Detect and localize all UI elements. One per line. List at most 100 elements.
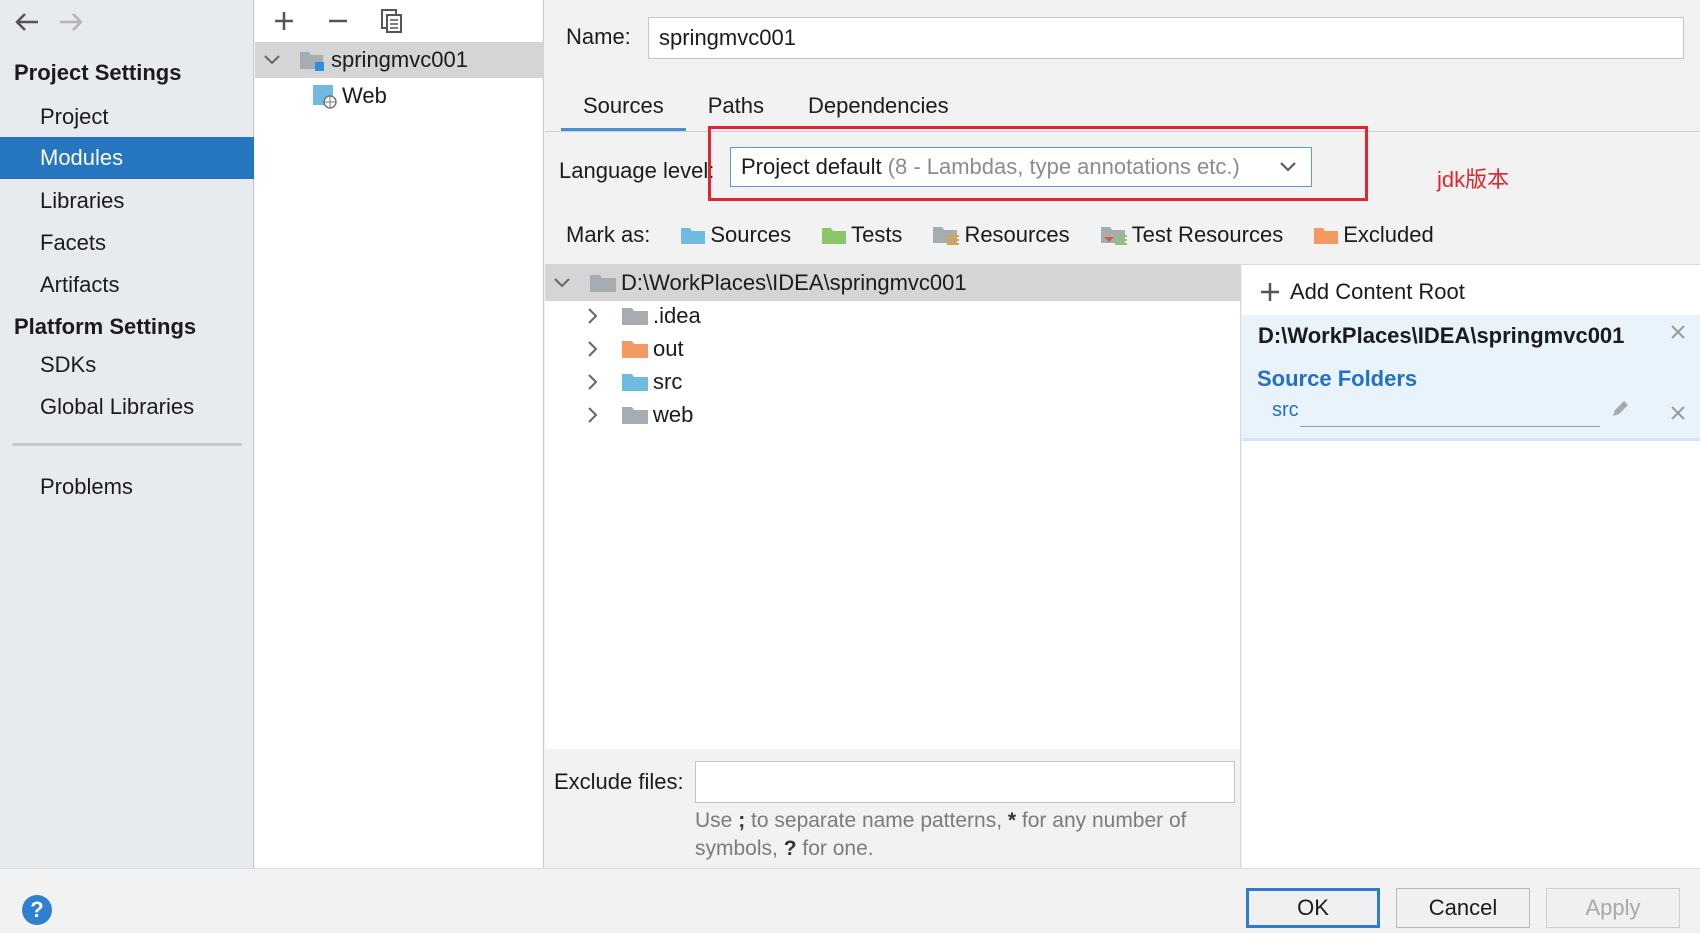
sidebar-item-global-libraries[interactable]: Global Libraries [0, 386, 254, 428]
mark-as-tests-label: Tests [851, 222, 903, 247]
excluded-folder-icon [1313, 225, 1339, 245]
mark-as-sources-button[interactable]: Sources [680, 222, 791, 248]
tree-row-out[interactable]: out [545, 331, 1241, 367]
module-tree-item-springmvc001[interactable]: springmvc001 [255, 42, 544, 78]
mark-as-resources-button[interactable]: Resources [932, 222, 1070, 248]
tree-row-web[interactable]: web [545, 397, 1241, 433]
arrow-right-icon[interactable] [58, 7, 84, 41]
language-level-label: Language level: [559, 158, 715, 183]
folder-label: web [653, 402, 694, 427]
hint-symbol: ; [738, 809, 746, 832]
test-folder-icon [821, 225, 847, 245]
module-tabs: Sources Paths Dependencies [561, 84, 971, 132]
folder-icon [621, 305, 649, 327]
chevron-right-icon[interactable] [587, 406, 599, 424]
content-roots-panel: Add Content Root D:\WorkPlaces\IDEA\spri… [1242, 264, 1700, 868]
tab-paths[interactable]: Paths [686, 84, 786, 132]
source-folder-entry: src [1272, 399, 1299, 421]
help-icon[interactable]: ? [22, 895, 52, 925]
exclude-files-label: Exclude files: [554, 769, 684, 794]
module-tree-item-web[interactable]: Web [255, 78, 544, 114]
excluded-folder-icon [621, 338, 649, 360]
exclude-files-section: Exclude files: Use ; to separate name pa… [545, 749, 1241, 868]
tree-row-src[interactable]: src [545, 364, 1241, 400]
copy-icon[interactable] [378, 7, 406, 35]
web-facet-icon [312, 83, 338, 109]
language-level-value: Project default [741, 154, 882, 179]
module-name-input[interactable] [648, 17, 1684, 59]
folder-label: .idea [653, 303, 701, 328]
exclude-files-hint: Use ; to separate name patterns, * for a… [695, 807, 1195, 863]
nav-arrows [14, 6, 84, 42]
mark-as-bar: Mark as: Sources Tests Resources Test Re… [566, 222, 1434, 248]
tab-dependencies[interactable]: Dependencies [786, 84, 971, 132]
remove-icon[interactable] [324, 7, 352, 35]
plus-icon [1260, 282, 1280, 302]
hint-text: for one. [802, 837, 874, 860]
add-icon[interactable] [270, 7, 298, 35]
mark-as-test-resources-button[interactable]: Test Resources [1100, 222, 1284, 248]
source-folder-icon [680, 225, 706, 245]
mark-as-test-resources-label: Test Resources [1131, 222, 1284, 247]
hint-text: to separate name patterns, [751, 809, 1003, 832]
chevron-down-icon[interactable] [553, 277, 571, 289]
source-folder-underline [1300, 426, 1600, 427]
sidebar-item-modules[interactable]: Modules [0, 137, 254, 179]
mark-as-excluded-label: Excluded [1343, 222, 1434, 247]
tree-row-idea[interactable]: .idea [545, 298, 1241, 334]
name-label: Name: [566, 24, 631, 49]
close-icon[interactable] [1669, 401, 1687, 429]
source-folder-icon [621, 371, 649, 393]
folder-icon [621, 404, 649, 426]
project-settings-title: Project Settings [14, 60, 182, 85]
module-toolbar [255, 0, 544, 42]
hint-text: Use [695, 809, 733, 832]
module-tree-panel: springmvc001 Web [255, 0, 544, 868]
source-folders-title: Source Folders [1257, 366, 1418, 391]
chevron-right-icon[interactable] [587, 373, 599, 391]
mark-as-tests-button[interactable]: Tests [821, 222, 902, 248]
sidebar-item-facets[interactable]: Facets [0, 222, 254, 264]
chevron-right-icon[interactable] [587, 340, 599, 358]
pencil-icon[interactable] [1610, 399, 1630, 425]
sidebar-divider [12, 443, 242, 446]
exclude-files-input[interactable] [695, 761, 1235, 803]
chevron-right-icon[interactable] [587, 307, 599, 325]
language-level-hint: (8 - Lambdas, type annotations etc.) [887, 154, 1240, 179]
cancel-button[interactable]: Cancel [1396, 888, 1530, 928]
hint-symbol: ? [783, 837, 797, 860]
close-icon[interactable] [1669, 320, 1687, 348]
tree-row-root[interactable]: D:\WorkPlaces\IDEA\springmvc001 [545, 265, 1241, 301]
sidebar-item-libraries[interactable]: Libraries [0, 180, 254, 222]
sidebar-item-project[interactable]: Project [0, 96, 254, 138]
hint-symbol: * [1007, 809, 1017, 832]
sidebar-item-sdks[interactable]: SDKs [0, 344, 254, 386]
module-folder-icon [299, 48, 325, 72]
facet-name: Web [342, 83, 387, 108]
content-root-tree: D:\WorkPlaces\IDEA\springmvc001 .idea ou… [545, 264, 1241, 749]
chevron-down-icon[interactable] [263, 54, 285, 66]
sidebar-item-problems[interactable]: Problems [0, 466, 254, 508]
content-root-entry: D:\WorkPlaces\IDEA\springmvc001 Source F… [1242, 315, 1700, 441]
apply-button[interactable]: Apply [1546, 888, 1680, 928]
add-content-root-button[interactable]: Add Content Root [1260, 279, 1465, 305]
tab-sources[interactable]: Sources [561, 84, 686, 132]
annotation-text: jdk版本 [1437, 167, 1510, 192]
tabs-divider [545, 131, 1700, 132]
settings-sidebar: Project Settings Project Modules Librari… [0, 0, 254, 868]
sidebar-item-artifacts[interactable]: Artifacts [0, 264, 254, 306]
module-name: springmvc001 [331, 47, 468, 72]
folder-icon [589, 272, 617, 294]
language-level-dropdown[interactable]: Project default (8 - Lambdas, type annot… [730, 147, 1312, 187]
mark-as-resources-label: Resources [964, 222, 1070, 247]
folder-label: src [653, 369, 683, 394]
chevron-down-icon [1279, 154, 1297, 186]
mark-as-sources-label: Sources [710, 222, 792, 247]
resource-folder-icon [932, 224, 960, 246]
mark-as-excluded-button[interactable]: Excluded [1313, 222, 1434, 248]
arrow-left-icon[interactable] [14, 7, 40, 41]
root-path-label: D:\WorkPlaces\IDEA\springmvc001 [621, 270, 967, 295]
module-editor: Name: Sources Paths Dependencies Languag… [545, 0, 1700, 868]
ok-button[interactable]: OK [1246, 888, 1380, 928]
test-resource-folder-icon [1100, 224, 1128, 246]
